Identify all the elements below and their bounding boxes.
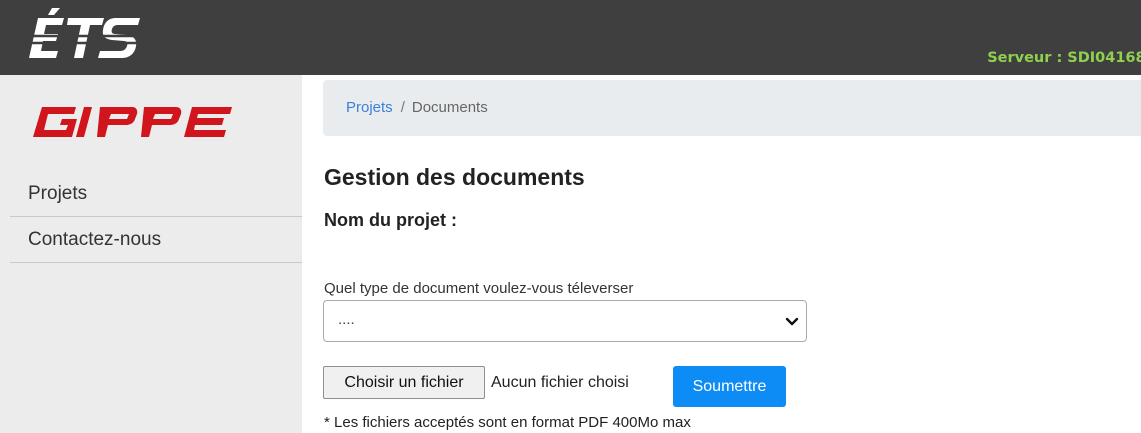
breadcrumb-separator: /: [400, 99, 405, 116]
server-info: Serveur : SDI041688 | E: [987, 50, 1141, 66]
breadcrumb-link-projets[interactable]: Projets: [346, 99, 393, 116]
sidebar-item-contactez-nous[interactable]: Contactez-nous: [10, 217, 302, 263]
submit-button[interactable]: Soumettre: [673, 366, 786, 407]
accepted-files-note: * Les fichiers acceptés sont en format P…: [324, 414, 691, 431]
breadcrumb-current: Documents: [411, 99, 488, 116]
breadcrumb: Projets / Documents: [323, 80, 1141, 136]
choose-file-button[interactable]: Choisir un fichier: [323, 366, 485, 399]
sidebar-item-label: Projets: [28, 183, 88, 204]
gippe-logo: [33, 107, 232, 137]
file-status-text: Aucun fichier choisi: [491, 374, 629, 391]
document-type-selected-value: ....: [338, 311, 355, 328]
page-title: Gestion des documents: [324, 164, 585, 190]
document-type-select[interactable]: ....: [323, 300, 807, 342]
sidebar: Projets Contactez-nous: [0, 75, 302, 433]
document-type-label: Quel type de document voulez-vous téleve…: [324, 280, 634, 297]
top-header: Serveur : SDI041688 | E: [0, 0, 1141, 75]
sidebar-item-label: Contactez-nous: [28, 229, 162, 250]
chevron-down-icon: [785, 317, 799, 326]
ets-logo: [22, 8, 158, 58]
sidebar-item-projets[interactable]: Projets: [10, 171, 302, 217]
project-name-label: Nom du projet :: [324, 210, 457, 230]
